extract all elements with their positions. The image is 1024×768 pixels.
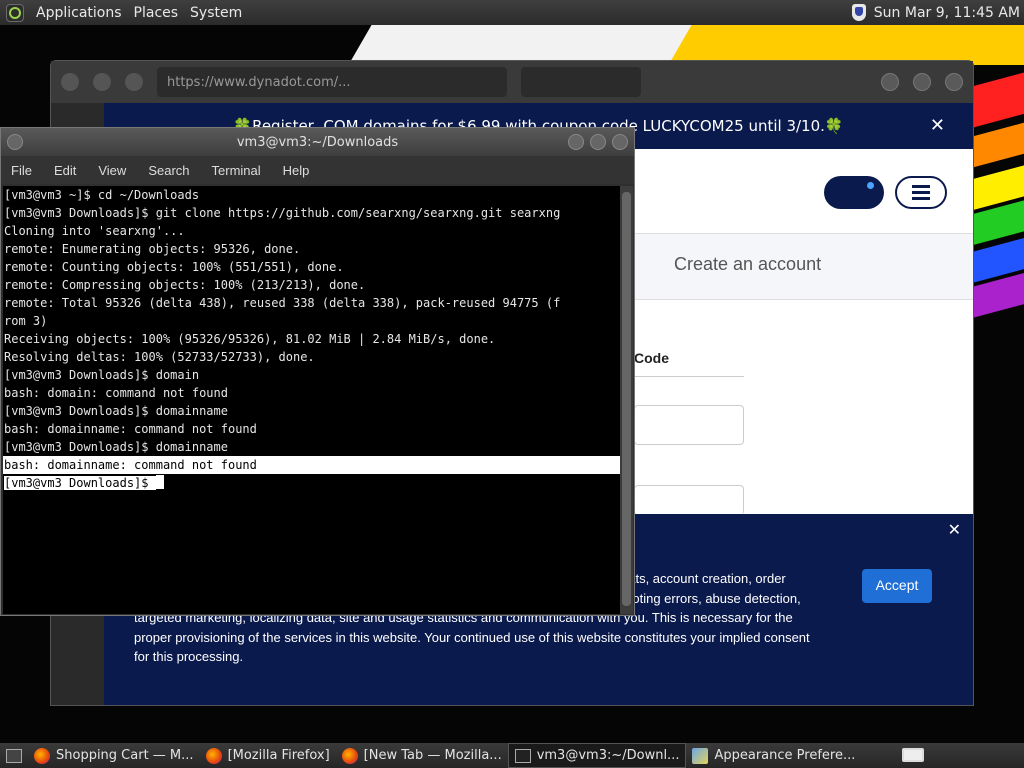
task-label: Shopping Cart — M... [56,748,194,763]
menu-search[interactable]: Search [148,163,189,178]
battery-icon[interactable] [902,748,924,762]
back-icon[interactable] [61,73,79,91]
terminal-minimize-button[interactable] [568,134,584,150]
menu-help[interactable]: Help [283,163,310,178]
terminal-line: remote: Total 95326 (delta 438), reused … [4,296,561,310]
firefox-icon [34,747,50,764]
url-bar[interactable]: https://www.dynadot.com/... [157,67,507,97]
browser-toolbar: https://www.dynadot.com/... [51,61,973,103]
terminal-line: [vm3@vm3 Downloads]$ domainname [4,404,228,418]
terminal-line-selected: bash: domainname: command not found [3,456,620,474]
terminal-cursor [155,475,164,489]
terminal-prompt-line: [vm3@vm3 Downloads]$ [3,474,620,492]
terminal-line: [vm3@vm3 Downloads]$ git clone https://g… [4,206,561,220]
terminal-line: remote: Compressing objects: 100% (213/2… [4,278,366,292]
show-desktop-icon[interactable] [6,748,22,763]
terminal-line: bash: domain: command not found [4,386,228,400]
hamburger-menu-icon[interactable] [895,176,947,209]
terminal-prompt: [vm3@vm3 Downloads]$ [4,476,156,490]
menu-file[interactable]: File [11,163,32,178]
terminal-line: [vm3@vm3 Downloads]$ domain [4,368,200,382]
terminal-line: remote: Counting objects: 100% (551/551)… [4,260,344,274]
terminal-menubar: File Edit View Search Terminal Help [1,156,634,184]
applications-menu[interactable]: Applications [30,0,128,25]
system-menu[interactable]: System [184,0,248,25]
task-label: [Mozilla Firefox] [227,748,330,763]
firefox-icon [341,747,358,764]
bottom-taskbar: Shopping Cart — M... [Mozilla Firefox] [… [0,743,1024,768]
terminal-line: rom 3) [4,314,48,328]
task-label: [New Tab — Mozilla... [363,748,502,763]
task-new-tab[interactable]: [New Tab — Mozilla... [336,743,508,768]
tab-underline [634,376,744,377]
distro-logo-icon[interactable] [6,3,24,22]
terminal-line: bash: domainname: command not found [4,422,257,436]
terminal-line: Receiving objects: 100% (95326/95326), 8… [4,332,496,346]
terminal-line: Resolving deltas: 100% (52733/52733), do… [4,350,315,364]
terminal-menu-button[interactable] [7,134,23,150]
task-label: vm3@vm3:~/Downl... [536,748,680,763]
code-input[interactable] [634,405,744,445]
terminal-output[interactable]: [vm3@vm3 ~]$ cd ~/Downloads [vm3@vm3 Dow… [3,186,620,614]
terminal-line: Cloning into 'searxng'... [4,224,185,238]
task-terminal[interactable]: vm3@vm3:~/Downl... [507,743,687,768]
places-menu[interactable]: Places [128,0,185,25]
top-panel: Applications Places System Sun Mar 9, 11… [0,0,1024,25]
create-account-heading: Create an account [674,254,822,274]
reload-icon[interactable] [125,73,143,91]
terminal-title: vm3@vm3:~/Downloads [236,134,399,150]
terminal-icon [514,748,531,763]
browser-maximize-button[interactable] [913,73,931,91]
browser-close-button[interactable] [945,73,963,91]
terminal-scrollbar[interactable] [620,186,633,614]
task-shopping-cart[interactable]: Shopping Cart — M... [28,743,200,768]
terminal-scrollbar-thumb[interactable] [622,192,631,606]
task-mozilla-firefox[interactable]: [Mozilla Firefox] [200,743,336,768]
theme-toggle[interactable] [824,176,884,209]
accept-button[interactable]: Accept [862,569,932,603]
terminal-line: [vm3@vm3 Downloads]$ domainname [4,440,228,454]
menu-view[interactable]: View [98,163,126,178]
promo-close-icon[interactable]: ✕ [930,115,945,136]
vpn-shield-icon[interactable] [851,4,866,21]
clock[interactable]: Sun Mar 9, 11:45 AM [874,5,1020,21]
firefox-icon [205,747,222,764]
terminal-window[interactable]: vm3@vm3:~/Downloads File Edit View Searc… [0,127,635,616]
task-appearance-preferences[interactable]: Appearance Prefere... [686,743,861,768]
appearance-icon [692,747,709,764]
forward-icon[interactable] [93,73,111,91]
menu-terminal[interactable]: Terminal [212,163,261,178]
terminal-titlebar[interactable]: vm3@vm3:~/Downloads [1,128,634,156]
terminal-close-button[interactable] [612,134,628,150]
browser-minimize-button[interactable] [881,73,899,91]
form-input[interactable] [634,485,744,515]
task-label: Appearance Prefere... [714,748,856,763]
terminal-line: remote: Enumerating objects: 95326, done… [4,242,301,256]
terminal-maximize-button[interactable] [590,134,606,150]
cookie-close-icon[interactable]: ✕ [948,520,961,540]
rainbow-stripe-yellow [668,25,1024,65]
browser-search-box[interactable] [521,67,641,97]
menu-edit[interactable]: Edit [54,163,76,178]
code-label: Code [634,350,669,366]
terminal-line: [vm3@vm3 ~]$ cd ~/Downloads [4,188,200,202]
